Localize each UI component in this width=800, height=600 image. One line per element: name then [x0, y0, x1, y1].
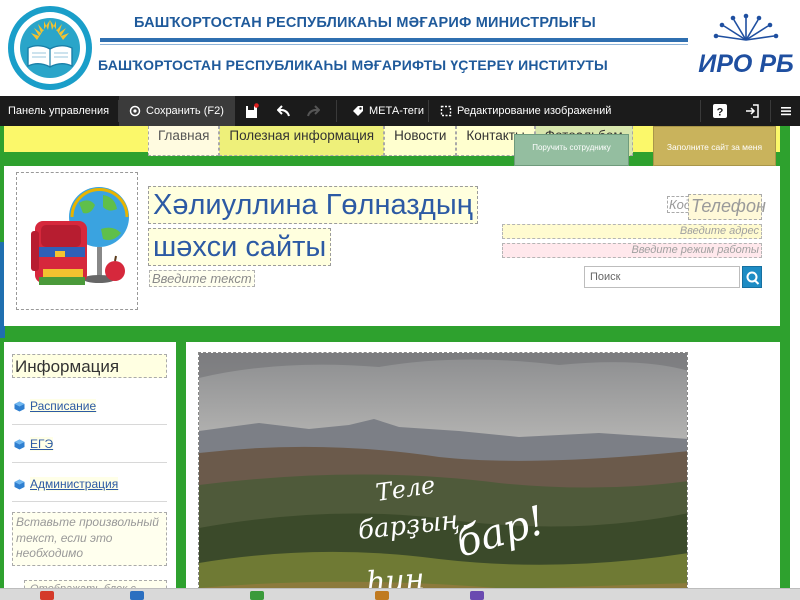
- ministry-title: БАШҠОРТОСТАН РЕСПУБЛИКАҺЫ МӘҒАРИФ МИНИСТ…: [134, 15, 596, 31]
- site-subtitle-field[interactable]: Введите текст: [149, 270, 255, 287]
- sidebar-divider: [12, 501, 167, 502]
- toolbar-divider: [336, 100, 337, 122]
- site-title[interactable]: Хәлиуллина Гөлназдың шәхси сайты: [148, 186, 478, 266]
- edit-images-button[interactable]: Редактирование изображений: [440, 96, 611, 126]
- sidebar-item-ege[interactable]: ЕГЭ: [14, 437, 54, 451]
- taskbar-app-icon[interactable]: [250, 591, 264, 600]
- admin-toolbar: Панель управления Сохранить (F2) МЕТА-те…: [0, 96, 800, 126]
- toolbar-divider: [700, 100, 701, 122]
- redo-button[interactable]: [306, 96, 320, 126]
- sidebar-item-label: ЕГЭ: [30, 437, 54, 451]
- sidebar-item-schedule[interactable]: Расписание: [14, 399, 97, 413]
- site-title-line2[interactable]: шәхси сайты: [148, 228, 332, 266]
- menu-button[interactable]: [780, 96, 792, 126]
- taskbar-app-icon[interactable]: [40, 591, 54, 600]
- redo-icon: [307, 105, 320, 117]
- sidebar-item-administration[interactable]: Администрация: [14, 477, 119, 491]
- control-panel-link[interactable]: Панель управления: [8, 96, 109, 126]
- institute-title: БАШҠОРТОСТАН РЕСПУБЛИКАҺЫ МӘҒАРИФТЫ ҮҪТЕ…: [98, 57, 608, 73]
- control-panel-label: Панель управления: [8, 105, 110, 117]
- iro-rb-logo: ИРО РБ: [698, 13, 794, 78]
- site-logo-image[interactable]: [16, 172, 138, 310]
- search-input[interactable]: Поиск: [584, 266, 740, 288]
- bullet-cube-icon: [14, 439, 25, 449]
- save-target-icon: [129, 105, 141, 117]
- site-title-line1[interactable]: Хәлиуллина Гөлназдың: [148, 186, 478, 224]
- sidebar-custom-text[interactable]: Вставьте произвольный текст, если это не…: [12, 512, 167, 566]
- undo-button[interactable]: [277, 96, 291, 126]
- working-hours-field[interactable]: Введите режим работы: [502, 243, 762, 258]
- sidebar-item-label: Расписание: [30, 399, 97, 413]
- ministry-book-logo: [8, 6, 92, 90]
- main-photo[interactable]: Теле барҙың, бар! һин: [198, 352, 688, 600]
- nav-item-useful-info[interactable]: Полезная информация: [219, 126, 385, 156]
- help-button[interactable]: ?: [712, 96, 728, 126]
- meta-tags-label: МЕТА-теги: [369, 105, 425, 117]
- school-backpack-image: [31, 187, 129, 285]
- exit-icon: [746, 104, 759, 118]
- ministry-header: БАШҠОРТОСТАН РЕСПУБЛИКАҺЫ МӘҒАРИФ МИНИСТ…: [0, 0, 800, 96]
- phone-field[interactable]: Телефон: [688, 194, 766, 220]
- sidebar-item-label: Администрация: [30, 477, 119, 491]
- nav-item-home[interactable]: Главная: [148, 126, 220, 156]
- edit-images-label: Редактирование изображений: [457, 105, 612, 117]
- assign-employee-button[interactable]: Поручить сотруднику: [514, 134, 629, 166]
- sidebar-divider: [12, 462, 167, 463]
- logout-button[interactable]: [745, 96, 759, 126]
- taskbar-app-icon[interactable]: [470, 591, 484, 600]
- address-field[interactable]: Введите адрес: [502, 224, 762, 239]
- svg-text:?: ?: [717, 107, 724, 119]
- tag-icon: [353, 106, 363, 116]
- fill-site-button[interactable]: Заполните сайт за меня: [653, 126, 776, 166]
- save-button[interactable]: Сохранить (F2): [119, 96, 235, 126]
- mountain-landscape-image: Теле барҙың, бар! һин: [199, 353, 687, 599]
- nav-item-news[interactable]: Новости: [384, 126, 457, 156]
- undo-icon: [277, 105, 290, 117]
- toolbar-divider: [428, 100, 429, 122]
- crop-icon: [440, 105, 452, 117]
- hamburger-icon: [781, 107, 791, 116]
- taskbar-app-icon[interactable]: [375, 591, 389, 600]
- bullet-cube-icon: [14, 479, 25, 489]
- sidebar-title[interactable]: Информация: [12, 354, 167, 378]
- iro-rb-logo-text: ИРО РБ: [698, 50, 793, 78]
- header-divider: [100, 38, 688, 42]
- sidebar-divider: [12, 424, 167, 425]
- save-button-label: Сохранить (F2): [146, 105, 224, 117]
- meta-tags-button[interactable]: МЕТА-теги: [352, 96, 424, 126]
- toolbar-divider: [770, 100, 771, 122]
- search-button[interactable]: [742, 266, 762, 288]
- help-icon: ?: [713, 104, 727, 119]
- os-taskbar: [0, 588, 800, 600]
- floppy-icon: [246, 103, 259, 118]
- taskbar-app-icon[interactable]: [130, 591, 144, 600]
- unpublish-button[interactable]: [245, 96, 259, 126]
- search-icon: [746, 271, 760, 285]
- header-divider-thin: [100, 44, 688, 45]
- bullet-cube-icon: [14, 401, 25, 411]
